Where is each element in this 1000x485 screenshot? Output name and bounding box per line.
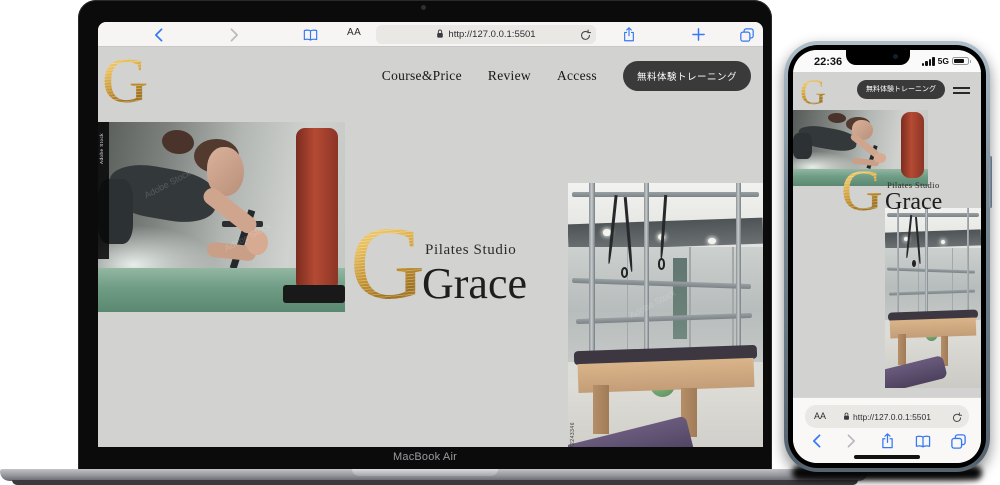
brand-name: Grace <box>422 258 527 309</box>
photo-punching-bag <box>296 128 338 291</box>
photo-frame-pole <box>925 208 927 316</box>
brand-logo-mark: G <box>841 162 883 220</box>
photo-frame-pole <box>736 183 741 365</box>
nav-link-access[interactable]: Access <box>557 68 597 84</box>
site-logo-mark[interactable]: G <box>102 49 148 113</box>
bookmarks-icon[interactable] <box>302 26 319 43</box>
iphone-frame: 22:36 5G G 無料体験トレーニング <box>784 41 990 472</box>
back-icon[interactable] <box>807 432 825 450</box>
status-time: 22:36 <box>814 56 842 68</box>
reload-icon[interactable] <box>580 28 591 46</box>
battery-icon <box>952 57 969 66</box>
site-logo-mark[interactable]: G <box>800 74 826 110</box>
brand-subtitle: Pilates Studio <box>425 242 516 259</box>
forward-icon[interactable] <box>226 26 243 43</box>
macbook-screen-bezel: AA http://127.0.0.1:5501 <box>78 0 772 471</box>
photo-mirror-reflection <box>673 258 687 339</box>
nav-link-course-price[interactable]: Course&Price <box>382 68 462 84</box>
home-indicator[interactable] <box>854 455 920 459</box>
photo-woman-ponytail <box>828 113 846 123</box>
back-icon[interactable] <box>150 26 167 43</box>
website-desktop: G Course&Price Review Access 無料体験トレーニング <box>98 47 763 447</box>
adobe-stock-credit: Adobe Stock <box>99 133 104 164</box>
hero-photo-plank: Adobe Stock Adobe Stock Adobe Stock <box>98 122 345 312</box>
macbook-display: AA http://127.0.0.1:5501 <box>98 22 763 447</box>
site-nav: Course&Price Review Access 無料体験トレーニング <box>382 61 751 91</box>
photo-mirror-seam <box>952 248 953 320</box>
photo-id-watermark: #172243346 <box>570 422 576 447</box>
device-mockup-stage: AA http://127.0.0.1:5501 <box>0 0 1000 485</box>
url-text: http://127.0.0.1:5501 <box>853 412 931 422</box>
photo-bag-base <box>283 285 345 302</box>
macbook-air-label: MacBook Air <box>78 451 772 463</box>
photo-table-leg <box>593 385 609 434</box>
share-icon[interactable] <box>620 26 637 43</box>
photo-mirror-seam <box>627 247 629 363</box>
forward-icon[interactable] <box>843 432 861 450</box>
photo-frame-pole <box>644 183 649 356</box>
network-badge: 5G <box>938 56 949 66</box>
bookmarks-icon[interactable] <box>914 432 932 450</box>
photo-woman-ponytail <box>162 130 194 155</box>
photo-pilates-equipment: Adobe Stock #172243346 <box>568 183 763 447</box>
address-bar[interactable]: http://127.0.0.1:5501 <box>376 25 596 44</box>
hamburger-menu-icon[interactable] <box>953 87 970 94</box>
iphone-screen: 22:36 5G G 無料体験トレーニング <box>793 50 981 463</box>
macbook-base-shadow <box>12 480 858 485</box>
photo-table-leg <box>898 334 906 365</box>
photo-woman-hip <box>793 133 812 159</box>
free-trial-cta-button[interactable]: 無料体験トレーニング <box>857 80 945 99</box>
photo-frame-pole <box>897 208 899 320</box>
photo-frame-pole <box>967 208 969 321</box>
iphone-notch <box>846 50 910 65</box>
lock-icon <box>843 408 850 426</box>
macbook-lid-notch <box>352 469 498 476</box>
photo-frame-pole <box>589 183 594 362</box>
safari-mobile-bar: AA http://127.0.0.1:5501 <box>793 397 981 463</box>
lock-icon <box>436 26 444 44</box>
iphone-power-button <box>989 156 992 208</box>
photo-mirror-seam <box>689 247 691 363</box>
cellular-signal-icon <box>922 57 935 66</box>
safari-icon-row <box>793 432 981 450</box>
reader-aa-button[interactable]: AA <box>347 27 361 38</box>
webcam-icon <box>421 5 426 10</box>
share-icon[interactable] <box>878 432 896 450</box>
safari-toolbar: AA http://127.0.0.1:5501 <box>98 22 763 47</box>
tab-overview-icon[interactable] <box>738 26 755 43</box>
photo-punching-bag <box>901 112 924 177</box>
brand-name: Grace <box>885 189 942 216</box>
address-bar[interactable]: AA http://127.0.0.1:5501 <box>805 405 969 428</box>
nav-link-review[interactable]: Review <box>488 68 531 84</box>
url-text: http://127.0.0.1:5501 <box>448 29 535 40</box>
brand-logo-mark: G <box>350 212 425 316</box>
new-tab-icon[interactable] <box>690 26 707 43</box>
reader-aa-button[interactable]: AA <box>814 411 826 421</box>
reload-icon[interactable] <box>952 410 962 428</box>
photo-pilates-equipment <box>885 208 981 388</box>
front-camera-icon <box>893 54 898 59</box>
photo-spotlight <box>941 240 945 244</box>
tab-overview-icon[interactable] <box>949 432 967 450</box>
free-trial-cta-button[interactable]: 無料体験トレーニング <box>623 61 751 91</box>
